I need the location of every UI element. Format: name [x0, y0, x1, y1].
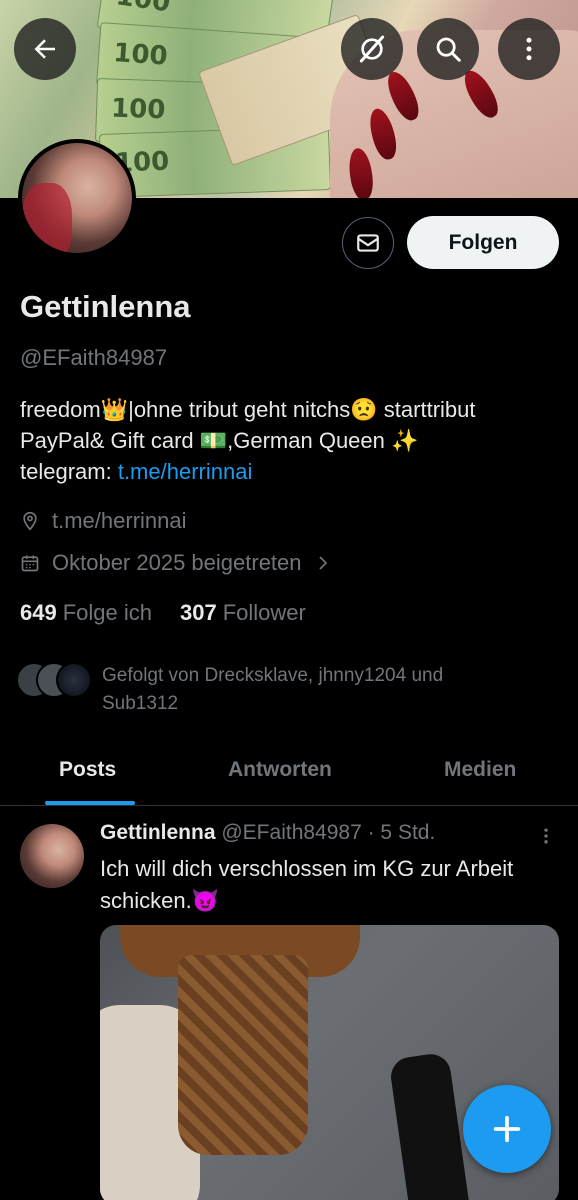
- tab-replies[interactable]: Antworten: [228, 758, 332, 782]
- follow-stats: 649 Folge ich 307 Follower: [20, 600, 306, 626]
- active-tab-indicator: [45, 801, 135, 805]
- more-options-button[interactable]: [498, 18, 560, 80]
- compose-button[interactable]: [463, 1085, 551, 1173]
- post-header: Gettinlenna @EFaith84987 · 5 Std.: [100, 821, 435, 845]
- bio-link[interactable]: t.me/herrinnai: [118, 459, 253, 484]
- location-icon: [23, 511, 37, 531]
- more-vertical-icon[interactable]: [536, 823, 556, 849]
- profile-name: Gettinlenna: [20, 289, 191, 324]
- following-link[interactable]: 649 Folge ich: [20, 600, 152, 626]
- followers-link[interactable]: 307 Follower: [180, 600, 306, 626]
- post-text: Ich will dich verschlossen im KG zur Arb…: [100, 856, 514, 913]
- profile-bio: freedom👑|ohne tribut geht nitchs😟 startt…: [20, 397, 476, 484]
- mail-icon: [357, 234, 379, 252]
- post-author[interactable]: Gettinlenna: [100, 821, 216, 844]
- avatar[interactable]: [20, 824, 84, 888]
- profile-joined[interactable]: Oktober 2025 beigetreten: [20, 550, 332, 576]
- plus-icon: [493, 1115, 521, 1143]
- avatar: [56, 662, 92, 698]
- tab-posts[interactable]: Posts: [59, 758, 116, 782]
- back-arrow-icon: [34, 39, 55, 59]
- back-button[interactable]: [14, 18, 76, 80]
- chevron-right-icon: [318, 556, 327, 570]
- post-handle-time: @EFaith84987 · 5 Std.: [221, 821, 436, 844]
- search-button[interactable]: [417, 18, 479, 80]
- profile-avatar[interactable]: [18, 139, 136, 257]
- profile-tabs: Posts Antworten Medien: [0, 740, 578, 806]
- profile-handle: @EFaith84987: [20, 345, 168, 370]
- grok-icon: [359, 35, 385, 63]
- message-button[interactable]: [342, 217, 394, 269]
- more-vertical-icon: [526, 37, 532, 61]
- tab-media[interactable]: Medien: [444, 758, 516, 782]
- followed-by[interactable]: Gefolgt von Drecksklave, jhnny1204 und S…: [16, 662, 522, 718]
- search-icon: [436, 37, 461, 62]
- follow-button[interactable]: Folgen: [407, 216, 559, 269]
- grok-button[interactable]: [341, 18, 403, 80]
- profile-location: t.me/herrinnai: [20, 508, 187, 534]
- calendar-icon: [21, 555, 39, 572]
